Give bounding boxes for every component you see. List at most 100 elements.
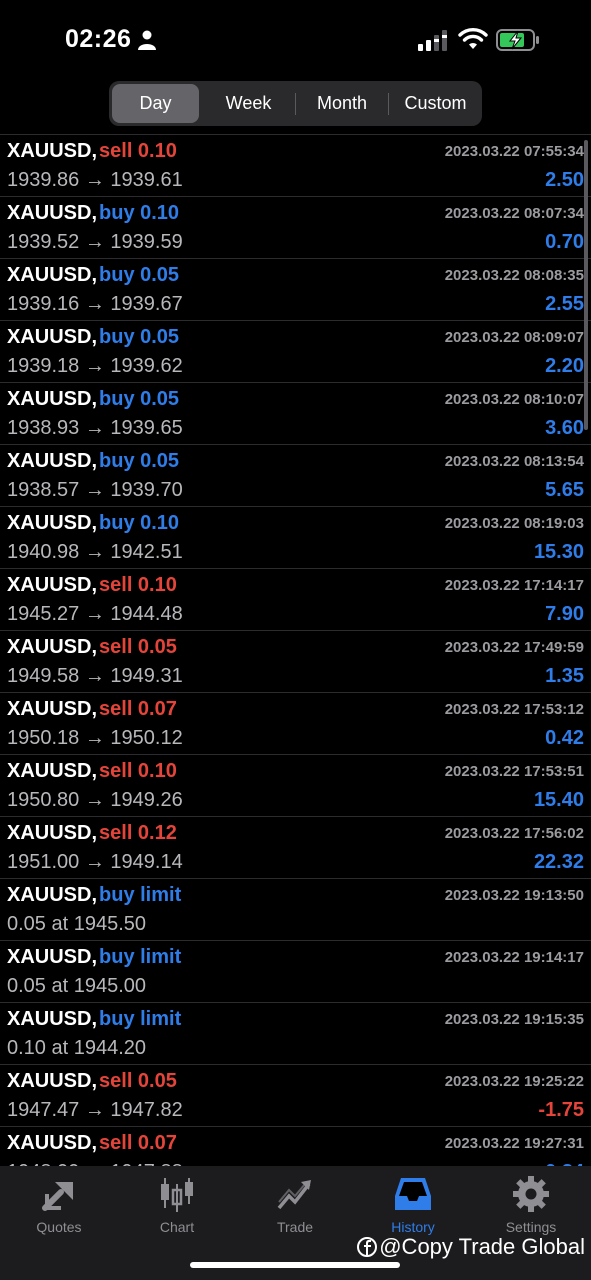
history-row[interactable]: XAUUSD, sell 0.05 1949.58 → 1949.31 2023.03… [0, 630, 591, 692]
history-row[interactable]: XAUUSD, buy limit 0.10 at 1944.20 2023.03.2… [0, 1002, 591, 1064]
facebook-icon [357, 1237, 378, 1257]
timestamp: 2023.03.22 17:53:12 [444, 701, 584, 718]
history-row[interactable]: XAUUSD, buy 0.05 1938.57 → 1939.70 2023.03.… [0, 444, 591, 506]
period-segmented-control: Day Week Month Custom [109, 81, 482, 126]
tab-label-settings: Settings [505, 1219, 557, 1235]
history-row[interactable]: XAUUSD, buy 0.05 1938.93 → 1939.65 2023.03.… [0, 382, 591, 444]
timestamp: 2023.03.22 17:56:02 [444, 825, 584, 842]
timestamp: 2023.03.22 17:14:17 [444, 577, 584, 594]
status-time: 02:26 [65, 25, 132, 53]
cellular-signal-icon [418, 30, 447, 51]
symbol: XAUUSD, [7, 636, 98, 658]
history-row[interactable]: XAUUSD, sell 0.10 1950.80 → 1949.26 2023.03… [0, 754, 591, 816]
history-row[interactable]: XAUUSD, sell 0.10 1945.27 → 1944.48 2023.03… [0, 568, 591, 630]
home-indicator[interactable] [190, 1262, 400, 1268]
tab-week[interactable]: Week [202, 84, 295, 123]
row-title: XAUUSD, buy limit [7, 1008, 181, 1031]
symbol: XAUUSD, [7, 264, 98, 286]
symbol: XAUUSD, [7, 574, 98, 596]
profit-value: 2.20 [545, 355, 584, 377]
profit-value: 15.30 [533, 541, 584, 563]
profit-value: 2.55 [545, 293, 584, 315]
price-range: 0.10 at 1944.20 [7, 1037, 147, 1059]
price-range: 1947.47 → 1947.82 [7, 1099, 183, 1121]
timestamp: 2023.03.22 19:15:35 [444, 1011, 584, 1028]
status-bar: 02:26 [0, 0, 591, 80]
symbol: XAUUSD, [7, 946, 98, 968]
history-row[interactable]: XAUUSD, buy 0.05 1939.18 → 1939.62 2023.03.… [0, 320, 591, 382]
row-title: XAUUSD, buy 0.05 [7, 388, 179, 411]
row-title: XAUUSD, sell 0.07 [7, 698, 177, 721]
trade-side: sell 0.07 [99, 1132, 177, 1154]
symbol: XAUUSD, [7, 512, 98, 534]
price-range: 1950.18 → 1950.12 [7, 727, 183, 749]
trade-side: buy limit [99, 884, 182, 906]
row-title: XAUUSD, sell 0.05 [7, 636, 177, 659]
history-row[interactable]: XAUUSD, buy limit 0.05 at 1945.00 2023.03.2… [0, 940, 591, 1002]
row-title: XAUUSD, sell 0.10 [7, 140, 177, 163]
tab-label-chart: Chart [159, 1219, 195, 1235]
watermark-text: @Copy Trade Global [379, 1234, 585, 1259]
history-row[interactable]: XAUUSD, buy 0.10 1940.98 → 1942.51 2023.03.… [0, 506, 591, 568]
trade-side: sell 0.10 [99, 574, 177, 596]
price-range: 1939.16 → 1939.67 [7, 293, 183, 315]
row-title: XAUUSD, buy limit [7, 946, 181, 969]
trade-side: buy 0.10 [99, 512, 180, 534]
trade-side: sell 0.05 [99, 1070, 177, 1092]
trade-side: buy limit [99, 1008, 182, 1030]
history-row[interactable]: XAUUSD, buy limit 0.05 at 1945.50 2023.03.2… [0, 878, 591, 940]
row-title: XAUUSD, buy 0.10 [7, 512, 179, 535]
trade-side: sell 0.10 [99, 140, 177, 162]
price-range: 1939.86 → 1939.61 [7, 169, 183, 191]
history-row[interactable]: XAUUSD, sell 0.10 1939.86 → 1939.61 2023.03… [0, 134, 591, 196]
symbol: XAUUSD, [7, 884, 98, 906]
scrollbar[interactable] [584, 140, 588, 430]
timestamp: 2023.03.22 19:27:31 [444, 1135, 584, 1152]
profit-value: 3.60 [545, 417, 584, 439]
trade-icon [277, 1180, 311, 1210]
trade-side: buy 0.10 [99, 202, 180, 224]
price-range: 0.05 at 1945.00 [7, 975, 147, 997]
row-title: XAUUSD, buy 0.05 [7, 450, 179, 473]
tab-quotes[interactable]: Quotes [0, 1174, 118, 1235]
history-row[interactable]: XAUUSD, sell 0.05 1947.47 → 1947.82 2023.03… [0, 1064, 591, 1126]
timestamp: 2023.03.22 08:10:07 [444, 391, 584, 408]
price-range: 1938.93 → 1939.65 [7, 417, 183, 439]
trade-side: sell 0.12 [99, 822, 177, 844]
trade-side: buy 0.05 [99, 326, 180, 348]
tab-history[interactable]: History [354, 1174, 472, 1235]
battery-charging-icon [496, 29, 539, 51]
trade-side: buy limit [99, 946, 182, 968]
trade-side: sell 0.07 [99, 698, 177, 720]
row-title: XAUUSD, sell 0.12 [7, 822, 177, 845]
history-row[interactable]: XAUUSD, sell 0.07 1950.18 → 1950.12 2023.03… [0, 692, 591, 754]
price-range: 1949.58 → 1949.31 [7, 665, 183, 687]
tab-trade[interactable]: Trade [236, 1174, 354, 1235]
tab-chart[interactable]: Chart [118, 1174, 236, 1235]
symbol: XAUUSD, [7, 698, 98, 720]
history-row[interactable]: XAUUSD,sell 0.071948.00 → 1947.882023.03… [0, 1126, 591, 1166]
history-row[interactable]: XAUUSD, buy 0.05 1939.16 → 1939.67 2023.03.… [0, 258, 591, 320]
history-icon [395, 1178, 431, 1210]
tab-custom[interactable]: Custom [389, 84, 482, 123]
price-range: 0.05 at 1945.50 [7, 913, 147, 935]
symbol: XAUUSD, [7, 202, 98, 224]
row-title: XAUUSD, buy 0.10 [7, 202, 179, 225]
tab-day[interactable]: Day [112, 84, 199, 123]
history-row[interactable]: XAUUSD, sell 0.12 1951.00 → 1949.14 2023.03… [0, 816, 591, 878]
profit-value: 7.90 [545, 603, 584, 625]
timestamp: 2023.03.22 08:13:54 [444, 453, 584, 470]
tab-settings[interactable]: Settings [472, 1174, 590, 1235]
tab-month[interactable]: Month [296, 84, 388, 123]
timestamp: 2023.03.22 08:19:03 [444, 515, 584, 532]
gear-icon [513, 1176, 549, 1212]
history-row[interactable]: XAUUSD, buy 0.10 1939.52 → 1939.59 2023.03.… [0, 196, 591, 258]
symbol: XAUUSD, [7, 140, 98, 162]
row-title: XAUUSD, buy limit [7, 884, 181, 907]
trade-side: sell 0.10 [99, 760, 177, 782]
history-list[interactable]: XAUUSD, sell 0.10 1939.86 → 1939.61 2023.03… [0, 134, 591, 1166]
trade-side: buy 0.05 [99, 388, 180, 410]
timestamp: 2023.03.22 08:07:34 [444, 205, 584, 222]
profit-value: 2.50 [545, 169, 584, 191]
profit-value: 1.35 [545, 665, 584, 687]
